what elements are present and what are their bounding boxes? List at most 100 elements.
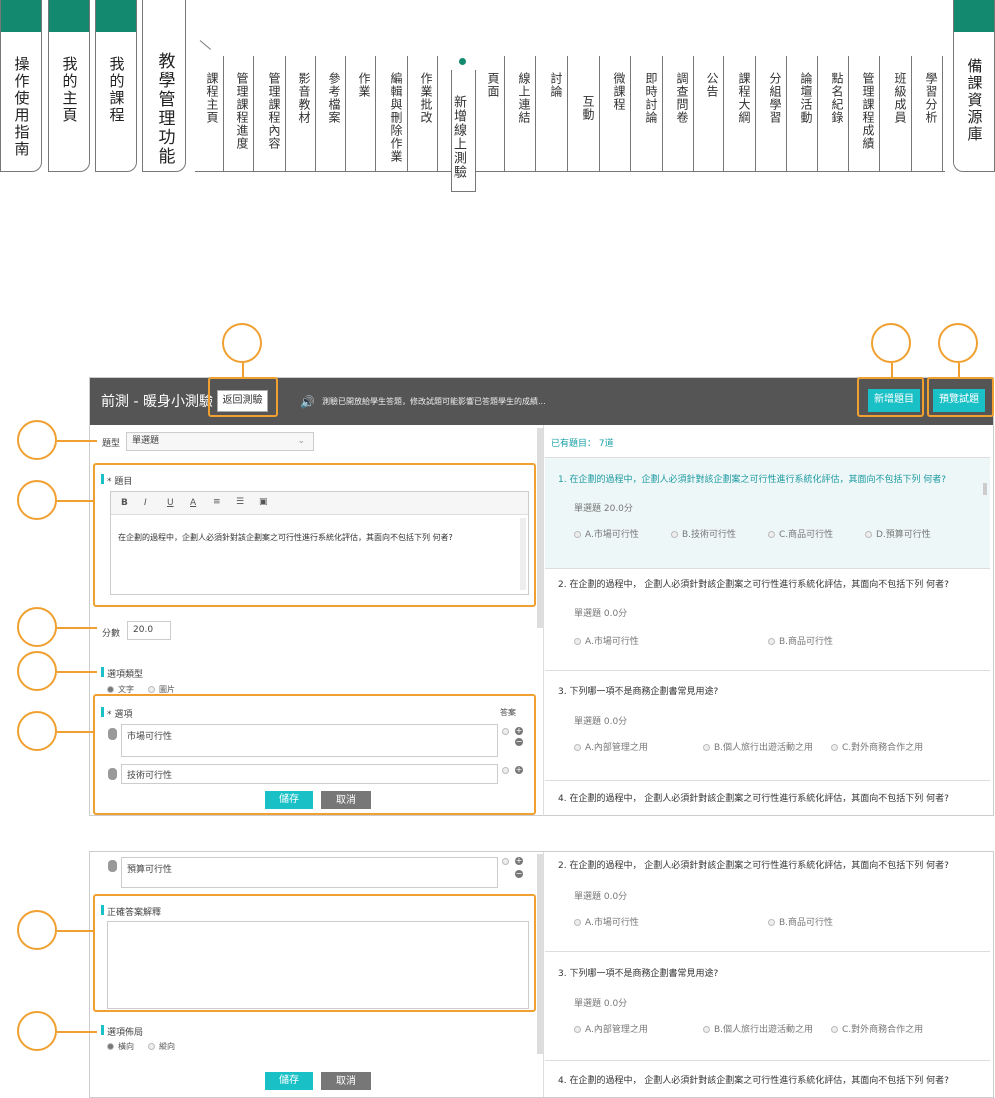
- save-button[interactable]: 儲存: [265, 1072, 313, 1090]
- nav-item[interactable]: 學習分析: [924, 72, 938, 124]
- score-input[interactable]: 20.0: [127, 621, 171, 640]
- question-text[interactable]: 4. 在企劃的過程中， 企劃人必須針對該企劃案之可行性進行系統化評估，其面向不包…: [558, 791, 949, 804]
- annotation-line: [57, 627, 97, 629]
- radio-icon: [574, 1026, 581, 1033]
- annotation-circle: [871, 323, 911, 363]
- annotation-circle: [938, 323, 978, 363]
- annotation-line: [57, 500, 94, 502]
- nav-item[interactable]: 線上連結: [517, 72, 531, 124]
- annotation-line: [57, 731, 94, 733]
- nav-item[interactable]: 管理課程進度: [235, 72, 249, 150]
- type-label: 題型: [102, 439, 121, 449]
- nav-tab-courses[interactable]: 我的課程: [95, 0, 137, 172]
- nav-item[interactable]: 即時討論: [644, 72, 658, 124]
- annotation-line: [57, 930, 94, 932]
- highlight-box: [857, 377, 924, 417]
- option-input[interactable]: 預算可行性: [121, 857, 498, 888]
- highlight-box: [927, 377, 994, 417]
- nav-item[interactable]: 參考檔案: [327, 72, 341, 124]
- nav-item[interactable]: 頁面: [486, 72, 500, 98]
- cancel-button[interactable]: 取消: [321, 1072, 371, 1090]
- answer-radio[interactable]: [502, 858, 509, 865]
- annotation-circle: [17, 711, 57, 751]
- nav-item[interactable]: 分組學習: [768, 72, 782, 124]
- option-type-image-label: 圖片: [159, 685, 175, 694]
- question-option: B.商品可行性: [768, 634, 833, 647]
- type-select[interactable]: 單選題 ⌄: [126, 432, 314, 451]
- question-option: B.個人旅行出遊活動之用: [703, 1022, 813, 1035]
- highlight-box: [208, 377, 278, 417]
- nav-item[interactable]: 互動: [581, 95, 595, 121]
- nav-item[interactable]: 影音教材: [297, 72, 311, 124]
- nav-divider: [599, 56, 600, 172]
- annotation-circle: [17, 607, 57, 647]
- nav-tab-teaching[interactable]: 教學管理功能: [142, 0, 186, 172]
- nav-item[interactable]: 管理課程成績: [861, 72, 875, 150]
- radio-icon: [768, 919, 775, 926]
- nav-item[interactable]: 作業批改: [419, 72, 433, 124]
- list-separator: [545, 1060, 990, 1061]
- question-text: 1. 在企劃的過程中，企劃人必須針對該企劃案之可行性進行系統化評估，其面向不包括…: [558, 475, 947, 485]
- nav-tab-label: 備課資源庫: [965, 58, 984, 143]
- layout-horizontal-radio[interactable]: 橫向: [107, 1041, 134, 1052]
- nav-tab-resources[interactable]: 備課資源庫: [953, 0, 995, 172]
- nav-tab-label: 教學管理功能: [154, 52, 175, 166]
- nav-item[interactable]: 課程主頁: [205, 72, 219, 124]
- nav-item[interactable]: 公告: [705, 72, 719, 98]
- list-separator: [545, 670, 990, 671]
- nav-divider: [437, 56, 438, 172]
- annotation-line: [57, 671, 97, 673]
- question-meta: 單選題 0.0分: [574, 892, 628, 902]
- nav-tab-home[interactable]: 我的主頁: [48, 0, 90, 172]
- nav-item[interactable]: 新增線上測驗: [451, 95, 466, 179]
- nav-tab-label: 操作使用指南: [12, 56, 31, 158]
- nav-tab-label: 我的課程: [107, 56, 126, 124]
- nav-divider: [315, 56, 316, 172]
- layout-vertical-radio[interactable]: 縱向: [148, 1041, 175, 1052]
- nav-divider: [285, 56, 286, 172]
- option-type-text-label: 文字: [118, 685, 134, 694]
- nav-item[interactable]: 微課程: [612, 72, 626, 111]
- nav-item[interactable]: 調查問卷: [675, 72, 689, 124]
- nav-item[interactable]: 論壇活動: [799, 72, 813, 124]
- nav-divider: [253, 56, 254, 172]
- annotation-circle: [17, 480, 57, 520]
- radio-icon: [865, 531, 872, 538]
- question-option: B.商品可行性: [768, 915, 833, 928]
- nav-tab-guide[interactable]: 操作使用指南: [0, 0, 42, 172]
- nav-item[interactable]: 作業: [357, 72, 371, 98]
- page-title: 前測 - 暖身小測驗: [101, 394, 213, 410]
- nav-item[interactable]: 管理課程內容: [267, 72, 281, 150]
- annotation-circle: [17, 651, 57, 691]
- right-scrollbar[interactable]: [983, 483, 987, 495]
- nav-item[interactable]: 編輯與刪除作業: [389, 72, 403, 163]
- question-meta: 單選題 0.0分: [574, 999, 628, 1009]
- option-type-label: 選項類型: [107, 670, 144, 680]
- list-separator: [545, 780, 990, 781]
- question-text[interactable]: 2. 在企劃的過程中， 企劃人必須針對該企劃案之可行性進行系統化評估，其面向不包…: [558, 577, 949, 590]
- question-text[interactable]: 4. 在企劃的過程中， 企劃人必須針對該企劃案之可行性進行系統化評估，其面向不包…: [558, 1073, 949, 1086]
- nav-item[interactable]: 點名紀錄: [830, 72, 844, 124]
- layout-label: 選項佈局: [107, 1028, 144, 1038]
- annotation-circle: [17, 1011, 57, 1051]
- add-option-icon[interactable]: +: [515, 857, 523, 865]
- nav-item[interactable]: 討論: [549, 72, 563, 98]
- question-text[interactable]: 2. 在企劃的過程中， 企劃人必須針對該企劃案之可行性進行系統化評估，其面向不包…: [558, 858, 949, 871]
- nav-divider: [786, 56, 787, 172]
- drag-handle-icon[interactable]: [108, 860, 117, 872]
- question-text[interactable]: 3. 下列哪一項不是商務企劃書常見用途?: [558, 966, 718, 979]
- notice-text: 測驗已開放給學生答題，修改試題可能影響已答題學生的成績...: [322, 397, 546, 406]
- question-count: 已有題目： 7道: [551, 439, 614, 449]
- radio-icon: [148, 1043, 155, 1050]
- speaker-icon: 🔊: [300, 395, 315, 409]
- nav-item[interactable]: 課程大綱: [737, 72, 751, 124]
- nav-divider: [567, 56, 568, 172]
- chevron-down-icon: ⌄: [297, 436, 305, 446]
- nav-divider: [535, 56, 536, 172]
- question-text[interactable]: 3. 下列哪一項不是商務企劃書常見用途?: [558, 684, 718, 697]
- remove-option-icon[interactable]: −: [515, 870, 523, 878]
- question-option: C.商品可行性: [768, 527, 833, 540]
- nav-item[interactable]: 班級成員: [893, 72, 907, 124]
- section-bar: [101, 1025, 104, 1035]
- radio-icon: [703, 1026, 710, 1033]
